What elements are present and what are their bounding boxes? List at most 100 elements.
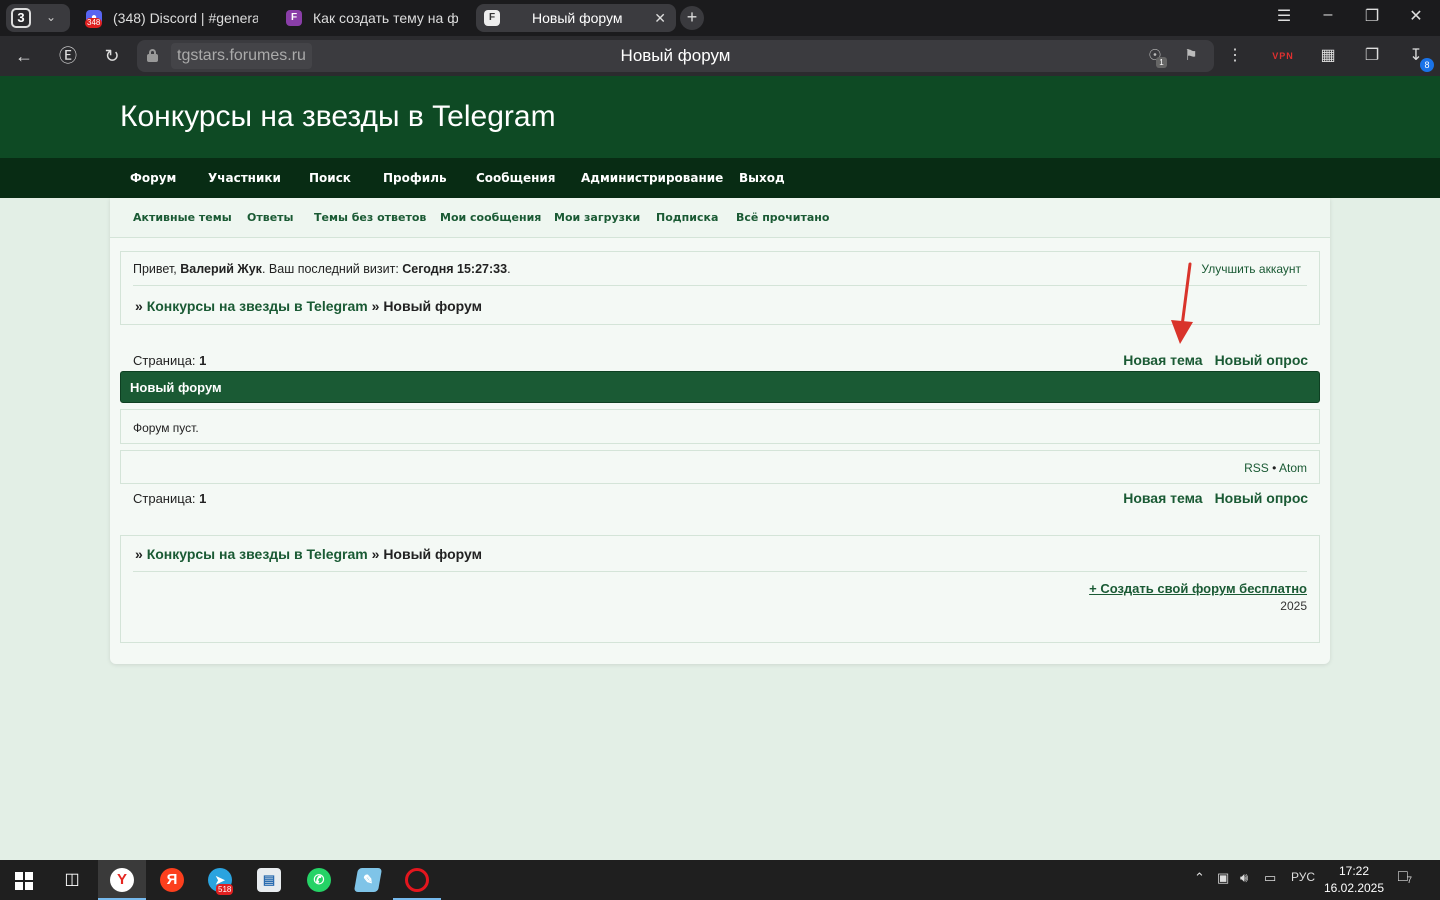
section-title: Новый форум (130, 380, 222, 395)
reload-icon[interactable]: ↻ (100, 44, 124, 68)
protect-badge: 1 (1156, 57, 1167, 68)
tab-forum-guide[interactable]: F Как создать тему на фору (278, 4, 468, 32)
feed-separator: • (1268, 461, 1279, 475)
breadcrumb-root-link[interactable]: Конкурсы на звезды в Telegram (147, 546, 368, 562)
clock-time: 17:22 (1338, 864, 1370, 878)
subnav-unanswered[interactable]: Темы без ответов (314, 211, 426, 224)
taskbar-whatsapp[interactable]: ✆ (295, 860, 343, 900)
nav-messages[interactable]: Сообщения (476, 171, 555, 185)
page-label: Страница: (133, 491, 200, 506)
nav-members[interactable]: Участники (208, 171, 281, 185)
downloads-icon[interactable]: ↧ 8 (1404, 44, 1434, 72)
tab-count: 3 (11, 8, 31, 28)
system-clock[interactable]: 17:22 16.02.2025 (1320, 863, 1388, 897)
browser-address-bar: ← Ⓔ ↻ tgstars.forumes.ru Новый форум ☉ 1 … (0, 36, 1440, 76)
page-number: 1 (199, 353, 207, 368)
restore-icon[interactable]: ❐ (1360, 6, 1384, 26)
tab-title: (348) Discord | #general-cl (113, 10, 258, 26)
nav-profile[interactable]: Профиль (383, 171, 447, 185)
network-icon[interactable]: ▭ (1264, 870, 1276, 886)
forum-header: Конкурсы на звезды в Telegram (0, 76, 1440, 158)
taskbar-yandex[interactable]: Я (148, 860, 196, 900)
task-view-button[interactable]: ◫ (48, 860, 96, 900)
topics-list: Форум пуст. (120, 409, 1320, 444)
notepad-icon: ▤ (257, 868, 281, 892)
new-topic-button[interactable]: Новая тема (1123, 490, 1202, 506)
nav-administration[interactable]: Администрирование (581, 171, 723, 185)
taskbar-editor[interactable]: ✎ (344, 860, 392, 900)
tray-overflow-icon[interactable]: ⌃ (1194, 870, 1205, 886)
create-forum-link[interactable]: + Создать свой форум бесплатно (1089, 581, 1307, 596)
notifications-icon[interactable]: □ 7 (1398, 868, 1412, 886)
feed-links: RSS • Atom (1244, 461, 1307, 475)
taskbar-notepad[interactable]: ▤ (245, 860, 293, 900)
tab-discord[interactable]: ● 348 (348) Discord | #general-cl (78, 4, 268, 32)
meet-now-icon[interactable]: ▣ (1217, 870, 1229, 886)
bookmark-icon[interactable]: ⚑ (1181, 46, 1201, 66)
tab-counter-button[interactable]: 3 ⌄ (6, 4, 70, 32)
discord-badge: 348 (85, 18, 103, 28)
atom-link[interactable]: Atom (1279, 461, 1307, 475)
subnav-my-uploads[interactable]: Мои загрузки (554, 211, 640, 224)
empty-message: Форум пуст. (133, 421, 199, 435)
language-indicator[interactable]: РУС (1291, 870, 1315, 884)
breadcrumb-separator: » (371, 298, 380, 314)
address-page-title: Новый форум (620, 46, 731, 65)
username[interactable]: Валерий Жук (180, 262, 262, 276)
taskbar-yandex-browser[interactable]: Y (98, 860, 146, 900)
nav-logout[interactable]: Выход (739, 171, 785, 185)
start-button[interactable] (0, 860, 48, 900)
upgrade-account-link[interactable]: Улучшить аккаунт (1201, 262, 1301, 276)
tab-title: Как создать тему на фору (313, 10, 458, 26)
subnav-subscriptions[interactable]: Подписка (656, 211, 718, 224)
taskbar-telegram[interactable]: ➤ 518 (196, 860, 244, 900)
tab-new-forum[interactable]: F Новый форум ✕ (476, 4, 676, 32)
nav-search[interactable]: Поиск (309, 171, 351, 185)
forum-section-header: Новый форум (120, 371, 1320, 403)
minimize-icon[interactable]: – (1316, 6, 1340, 24)
divider (133, 571, 1307, 572)
taskbar-opera[interactable] (393, 860, 441, 900)
protect-icon[interactable]: ☉ 1 (1145, 46, 1167, 68)
breadcrumb-separator: » (135, 298, 143, 314)
last-visit-time: Сегодня 15:27:33 (402, 262, 508, 276)
breadcrumb-root-link[interactable]: Конкурсы на звезды в Telegram (147, 298, 368, 314)
close-window-icon[interactable]: ✕ (1404, 6, 1428, 26)
browser-tab-bar: 3 ⌄ ● 348 (348) Discord | #general-cl F … (0, 0, 1440, 36)
qr-code-icon[interactable]: ▦ (1316, 44, 1340, 68)
new-topic-button[interactable]: Новая тема (1123, 352, 1202, 368)
subnav-active-topics[interactable]: Активные темы (133, 211, 232, 224)
windows-taskbar: ◫ Y Я ➤ 518 ▤ ✆ ✎ ⌃ ▣ 🔊︎ ▭ РУС 17:22 16.… (0, 860, 1440, 900)
forum-favicon-icon: F (286, 10, 302, 26)
new-poll-button[interactable]: Новый опрос (1215, 352, 1308, 368)
vpn-icon[interactable]: VPN (1271, 44, 1295, 68)
breadcrumb-current: Новый форум (383, 298, 482, 314)
notifications-count: 7 (1407, 875, 1413, 885)
menu-icon[interactable]: ☰ (1272, 6, 1296, 26)
back-icon[interactable]: ← (12, 44, 36, 68)
new-tab-button[interactable]: + (680, 6, 704, 30)
yandex-home-icon[interactable]: Ⓔ (56, 44, 80, 68)
more-options-icon[interactable]: ⋮ (1223, 44, 1247, 68)
page-label: Страница: (133, 353, 200, 368)
clock-date: 16.02.2025 (1323, 881, 1385, 895)
greeting: Привет, (133, 262, 181, 276)
divider (133, 285, 1307, 286)
new-poll-button[interactable]: Новый опрос (1215, 490, 1308, 506)
feeds-panel: RSS • Atom (120, 450, 1320, 484)
forum-favicon-icon: F (484, 10, 500, 26)
forum-title[interactable]: Конкурсы на звезды в Telegram (120, 100, 556, 134)
subnav-mark-all-read[interactable]: Всё прочитано (736, 211, 829, 224)
annotation-arrow-icon (1171, 262, 1193, 344)
subnav-my-posts[interactable]: Мои сообщения (440, 211, 541, 224)
url-field[interactable]: tgstars.forumes.ru Новый форум ☉ 1 ⚑ (137, 40, 1214, 72)
close-tab-icon[interactable]: ✕ (654, 4, 666, 32)
nav-forum[interactable]: Форум (130, 171, 176, 185)
last-visit-label: . Ваш последний визит: (261, 262, 403, 276)
volume-icon[interactable]: 🔊︎ (1240, 870, 1248, 886)
breadcrumb: » Конкурсы на звезды в Telegram » Новый … (135, 298, 482, 314)
yandex-browser-icon: Y (110, 868, 134, 892)
subnav-replies[interactable]: Ответы (247, 211, 293, 224)
rss-link[interactable]: RSS (1244, 461, 1269, 475)
collections-icon[interactable]: ❐ (1360, 44, 1384, 68)
